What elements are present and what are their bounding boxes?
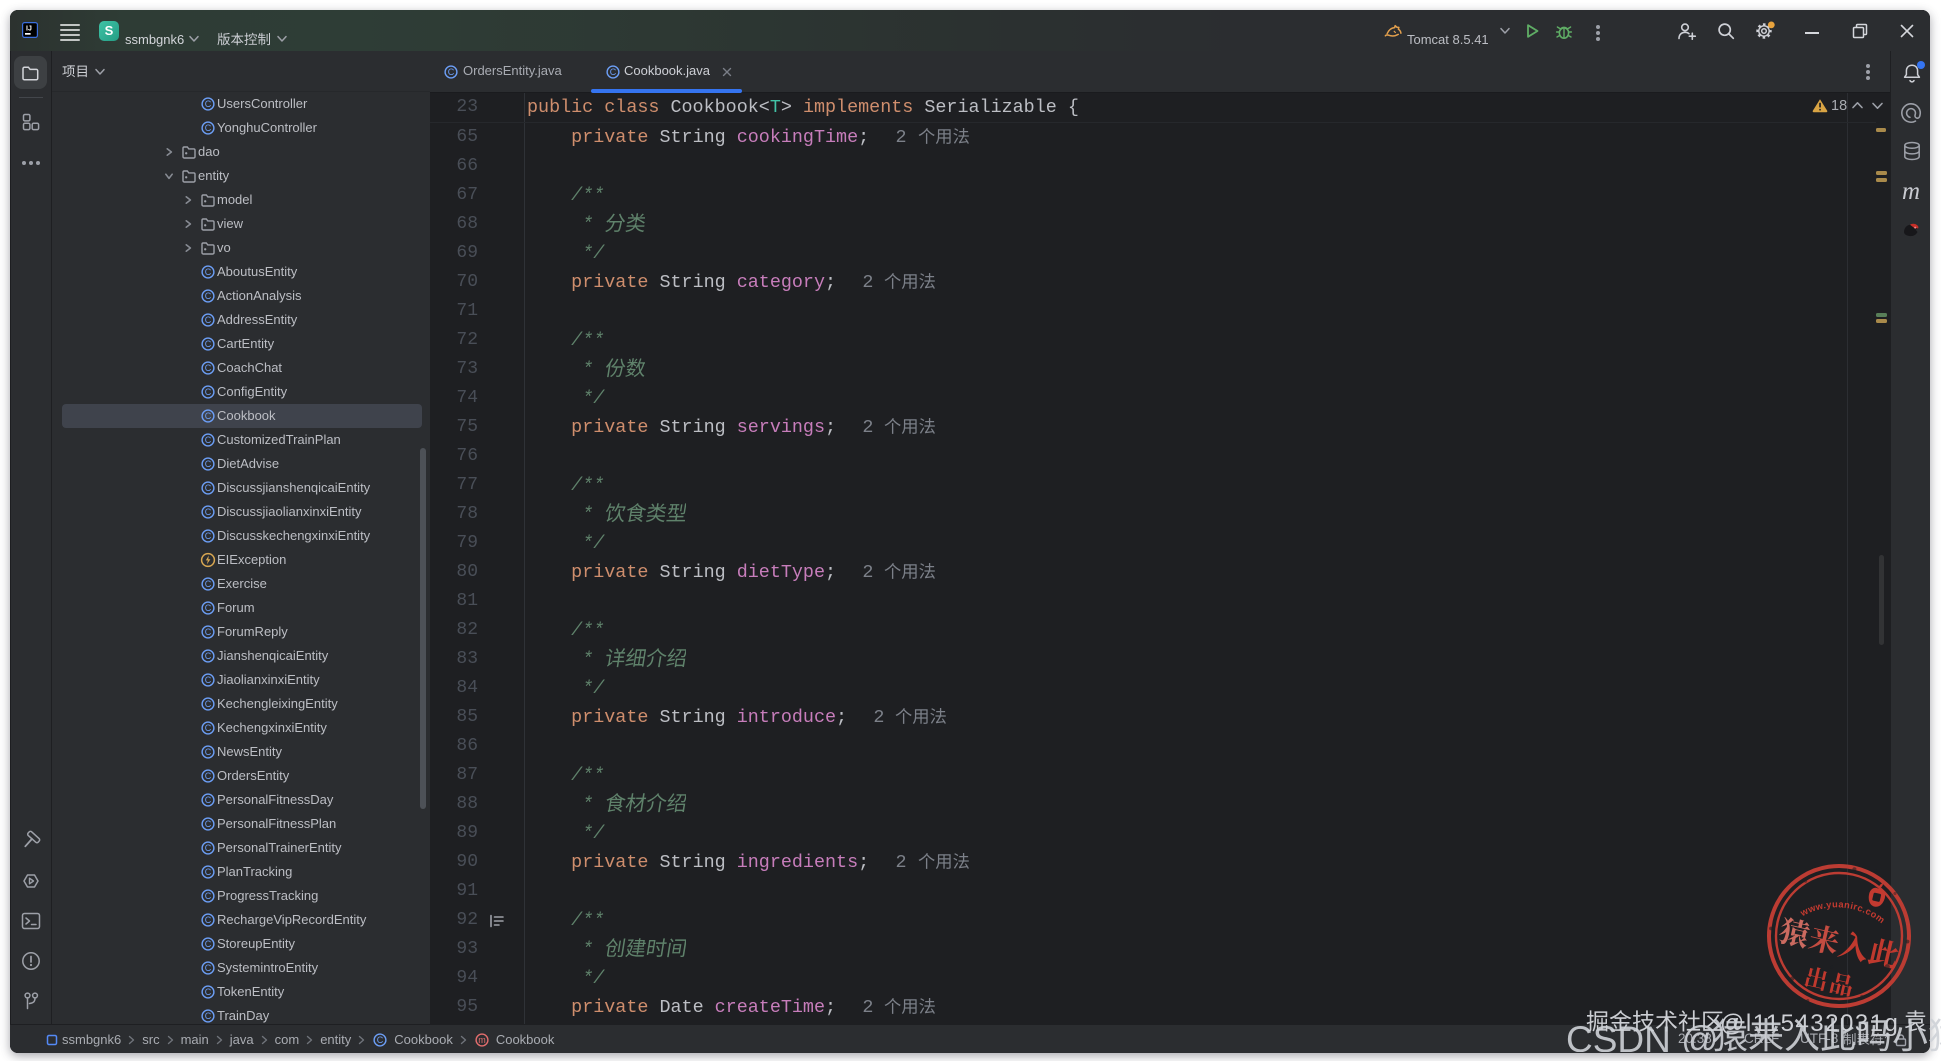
svg-text:C: C (205, 507, 212, 517)
svg-text:C: C (205, 939, 212, 949)
svg-text:C: C (205, 795, 212, 805)
svg-text:C: C (205, 1011, 212, 1021)
svg-text:C: C (205, 459, 212, 469)
svg-text:C: C (610, 67, 617, 77)
svg-text:C: C (205, 603, 212, 613)
svg-text:C: C (205, 867, 212, 877)
svg-text:C: C (205, 123, 212, 133)
svg-text:C: C (205, 675, 212, 685)
svg-text:C: C (205, 387, 212, 397)
svg-text:C: C (205, 747, 212, 757)
svg-text:C: C (377, 1035, 384, 1045)
svg-text:C: C (205, 819, 212, 829)
svg-text:C: C (205, 771, 212, 781)
svg-text:C: C (205, 483, 212, 493)
svg-text:C: C (205, 699, 212, 709)
svg-text:C: C (205, 627, 212, 637)
svg-text:C: C (205, 987, 212, 997)
svg-text:C: C (205, 531, 212, 541)
svg-text:C: C (205, 99, 212, 109)
svg-text:C: C (205, 339, 212, 349)
svg-text:C: C (205, 315, 212, 325)
svg-text:C: C (205, 843, 212, 853)
svg-text:C: C (448, 67, 455, 77)
svg-text:www.yuanirc.com: www.yuanirc.com (1796, 889, 1889, 937)
svg-text:C: C (205, 363, 212, 373)
svg-text:C: C (205, 723, 212, 733)
svg-text:C: C (205, 411, 212, 421)
svg-text:IJ: IJ (26, 26, 32, 33)
svg-text:C: C (205, 435, 212, 445)
svg-text:C: C (205, 915, 212, 925)
svg-text:C: C (205, 579, 212, 589)
svg-text:C: C (205, 267, 212, 277)
svg-text:C: C (205, 651, 212, 661)
svg-text:C: C (205, 963, 212, 973)
svg-text:m: m (478, 1035, 486, 1045)
svg-text:C: C (205, 891, 212, 901)
svg-text:C: C (205, 291, 212, 301)
